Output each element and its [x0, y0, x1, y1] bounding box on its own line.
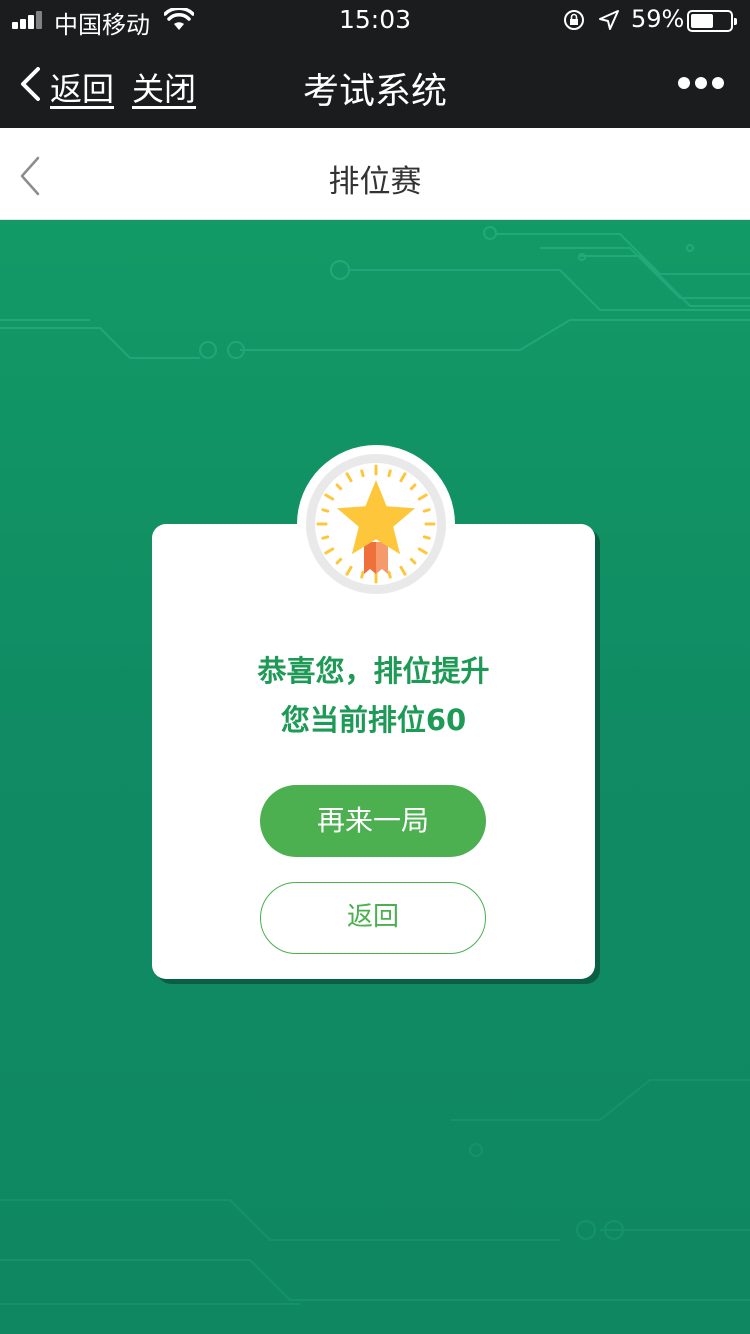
- page-title: 排位赛: [328, 164, 422, 200]
- star-medal-icon: [297, 445, 455, 603]
- more-options-icon[interactable]: [676, 76, 726, 90]
- status-bar: 中国移动 15:03 59%: [0, 0, 750, 40]
- page-header: 排位赛: [0, 128, 750, 220]
- location-arrow-icon: [599, 10, 619, 30]
- play-again-button[interactable]: 再来一局: [260, 785, 486, 857]
- rotation-lock-icon: [564, 10, 584, 30]
- back-button[interactable]: 返回: [260, 882, 486, 954]
- battery-percent: 59%: [631, 5, 685, 33]
- result-message-line1: 恭喜您，排位提升: [257, 654, 490, 688]
- result-message-line2: 您当前排位60: [280, 703, 467, 737]
- nav-title: 考试系统: [302, 71, 447, 112]
- battery-icon: [687, 10, 737, 32]
- wechat-nav-bar: 返回 关闭 考试系统: [0, 40, 750, 128]
